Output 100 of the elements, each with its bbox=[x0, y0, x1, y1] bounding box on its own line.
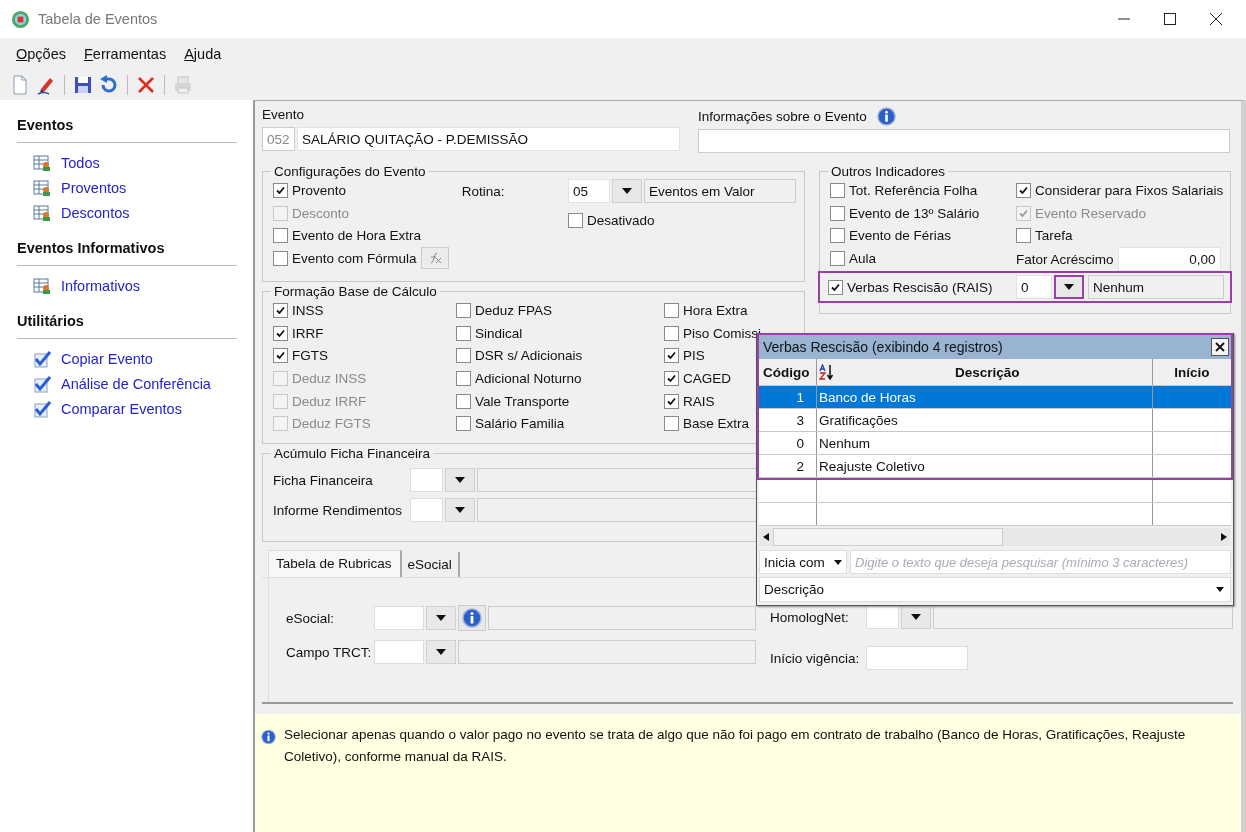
sort-icon[interactable] bbox=[819, 364, 835, 380]
number-field[interactable]: 0,00 bbox=[1117, 247, 1221, 272]
check-icon bbox=[275, 304, 286, 316]
table-row[interactable]: 0 Nenhum bbox=[759, 432, 1231, 455]
search-field[interactable]: Digite o texto que deseja pesquisar (mínimo 3 caracteres) bbox=[850, 550, 1231, 574]
code-field[interactable]: 052 bbox=[262, 127, 295, 151]
table-icon bbox=[33, 178, 51, 197]
checkbox-label: IRRF bbox=[292, 325, 324, 341]
field-label: Fator Acréscimo bbox=[1016, 251, 1114, 267]
horizontal-scrollbar[interactable] bbox=[759, 528, 1231, 546]
code-field[interactable] bbox=[410, 468, 443, 492]
code-field[interactable] bbox=[866, 605, 899, 629]
code-field[interactable]: 0 bbox=[1016, 275, 1052, 300]
sidebar-link[interactable]: Análise de Conferência bbox=[61, 375, 211, 392]
checkbox[interactable] bbox=[1016, 182, 1031, 198]
maximize-icon[interactable] bbox=[1164, 13, 1176, 25]
checkbox-label: FGTS bbox=[292, 348, 328, 364]
popup-title: Verbas Rescisão (exibindo 4 registros) bbox=[763, 339, 1003, 355]
checkbox[interactable] bbox=[273, 228, 288, 244]
table-icon bbox=[33, 153, 51, 172]
formula-button[interactable] bbox=[420, 247, 449, 270]
checkbox[interactable] bbox=[273, 250, 288, 266]
caret-icon bbox=[834, 559, 842, 565]
left-arrow-icon[interactable] bbox=[763, 533, 769, 541]
info-icon bbox=[261, 728, 276, 746]
checkbox[interactable] bbox=[456, 416, 471, 432]
checkbox[interactable] bbox=[830, 250, 845, 266]
checkbox[interactable] bbox=[830, 182, 845, 198]
checkbox[interactable] bbox=[456, 348, 471, 364]
sidebar-link[interactable]: Informativos bbox=[61, 277, 140, 294]
code-field[interactable] bbox=[374, 640, 424, 664]
right-arrow-icon[interactable] bbox=[1221, 533, 1227, 541]
sidebar-link[interactable]: Copiar Evento bbox=[61, 350, 153, 367]
table-row[interactable]: 3 Gratificações bbox=[759, 409, 1231, 432]
column-header[interactable]: Descrição bbox=[955, 364, 1020, 380]
checkbox[interactable] bbox=[664, 325, 679, 341]
check-icon bbox=[666, 395, 677, 407]
checkbox[interactable] bbox=[568, 212, 583, 228]
checkbox[interactable] bbox=[830, 228, 845, 244]
menu-item[interactable]: Ajuda bbox=[184, 46, 222, 62]
checkbox-label: Hora Extra bbox=[683, 302, 748, 318]
group-title: Acúmulo Ficha Financeira bbox=[273, 446, 432, 461]
checkbox-label: DSR s/ Adicionais bbox=[475, 348, 583, 364]
checkbox-label: Aula bbox=[849, 250, 877, 266]
sidebar-link[interactable]: Todos bbox=[61, 154, 100, 171]
sidebar-link[interactable]: Proventos bbox=[61, 179, 127, 196]
checkbox[interactable] bbox=[273, 302, 288, 318]
group-title: Formação Base de Cálculo bbox=[273, 284, 438, 299]
table-row[interactable]: 2 Reajuste Coletivo bbox=[759, 455, 1231, 478]
close-icon[interactable] bbox=[1210, 13, 1222, 25]
checkbox[interactable] bbox=[664, 416, 679, 432]
code-field[interactable]: 05 bbox=[568, 179, 610, 203]
code-field[interactable] bbox=[374, 606, 424, 630]
info-button[interactable] bbox=[458, 605, 486, 631]
checkbox[interactable] bbox=[664, 370, 679, 386]
menu-item[interactable]: Opções bbox=[16, 46, 66, 62]
caret-icon bbox=[455, 507, 465, 513]
checkbox-label: Deduz FGTS bbox=[292, 416, 371, 432]
checkbox[interactable] bbox=[830, 205, 845, 221]
checkbox[interactable] bbox=[664, 393, 679, 409]
table-cell: Reajuste Coletivo bbox=[817, 455, 1153, 477]
checkbox-label: Evento de 13º Salário bbox=[849, 205, 980, 221]
code-field[interactable] bbox=[410, 498, 443, 522]
checkbox-label: INSS bbox=[292, 302, 324, 318]
checkbox[interactable] bbox=[456, 325, 471, 341]
close-button[interactable] bbox=[1211, 338, 1229, 356]
checkbox[interactable] bbox=[273, 182, 288, 198]
caret-icon bbox=[1216, 587, 1224, 592]
checkbox[interactable] bbox=[664, 348, 679, 364]
checkmark-icon bbox=[33, 399, 51, 418]
checkbox[interactable] bbox=[828, 279, 843, 295]
checkbox[interactable] bbox=[273, 348, 288, 364]
sidebar-link[interactable]: Comparar Eventos bbox=[61, 400, 182, 417]
checkbox[interactable] bbox=[664, 302, 679, 318]
checkbox-label: Provento bbox=[292, 182, 347, 198]
column-header[interactable]: Início bbox=[1153, 359, 1231, 385]
search-mode-dropdown[interactable]: Inicia com bbox=[759, 550, 847, 574]
table-cell: 1 bbox=[759, 386, 817, 408]
table-row[interactable]: 1 Banco de Horas bbox=[759, 386, 1231, 409]
checkbox[interactable] bbox=[273, 325, 288, 341]
name-field[interactable]: SALÁRIO QUITAÇÃO - P.DEMISSÃO bbox=[297, 127, 680, 151]
check-icon bbox=[830, 281, 841, 293]
checkbox[interactable] bbox=[456, 370, 471, 386]
date-field[interactable] bbox=[866, 646, 968, 670]
section-heading: Eventos Informativos bbox=[17, 240, 237, 266]
checkbox-label: Salário Familia bbox=[475, 416, 565, 432]
search-column-dropdown[interactable]: Descrição bbox=[759, 577, 1231, 602]
table-cell: 0 bbox=[759, 432, 817, 454]
sidebar-link[interactable]: Descontos bbox=[61, 204, 130, 221]
globe-icon bbox=[11, 9, 30, 29]
column-header[interactable]: Código bbox=[759, 359, 817, 385]
checkbox[interactable] bbox=[456, 302, 471, 318]
checkbox-label: Evento com Fórmula bbox=[292, 250, 417, 266]
checkbox-label: Tot. Referência Folha bbox=[849, 182, 978, 198]
checkbox[interactable] bbox=[456, 393, 471, 409]
checkbox[interactable] bbox=[1016, 228, 1031, 244]
info-field[interactable] bbox=[698, 129, 1230, 153]
tab[interactable]: Tabela de Rubricas bbox=[268, 550, 402, 577]
dropdown-button[interactable] bbox=[1054, 275, 1084, 300]
menu-item[interactable]: Ferramentas bbox=[84, 46, 167, 62]
